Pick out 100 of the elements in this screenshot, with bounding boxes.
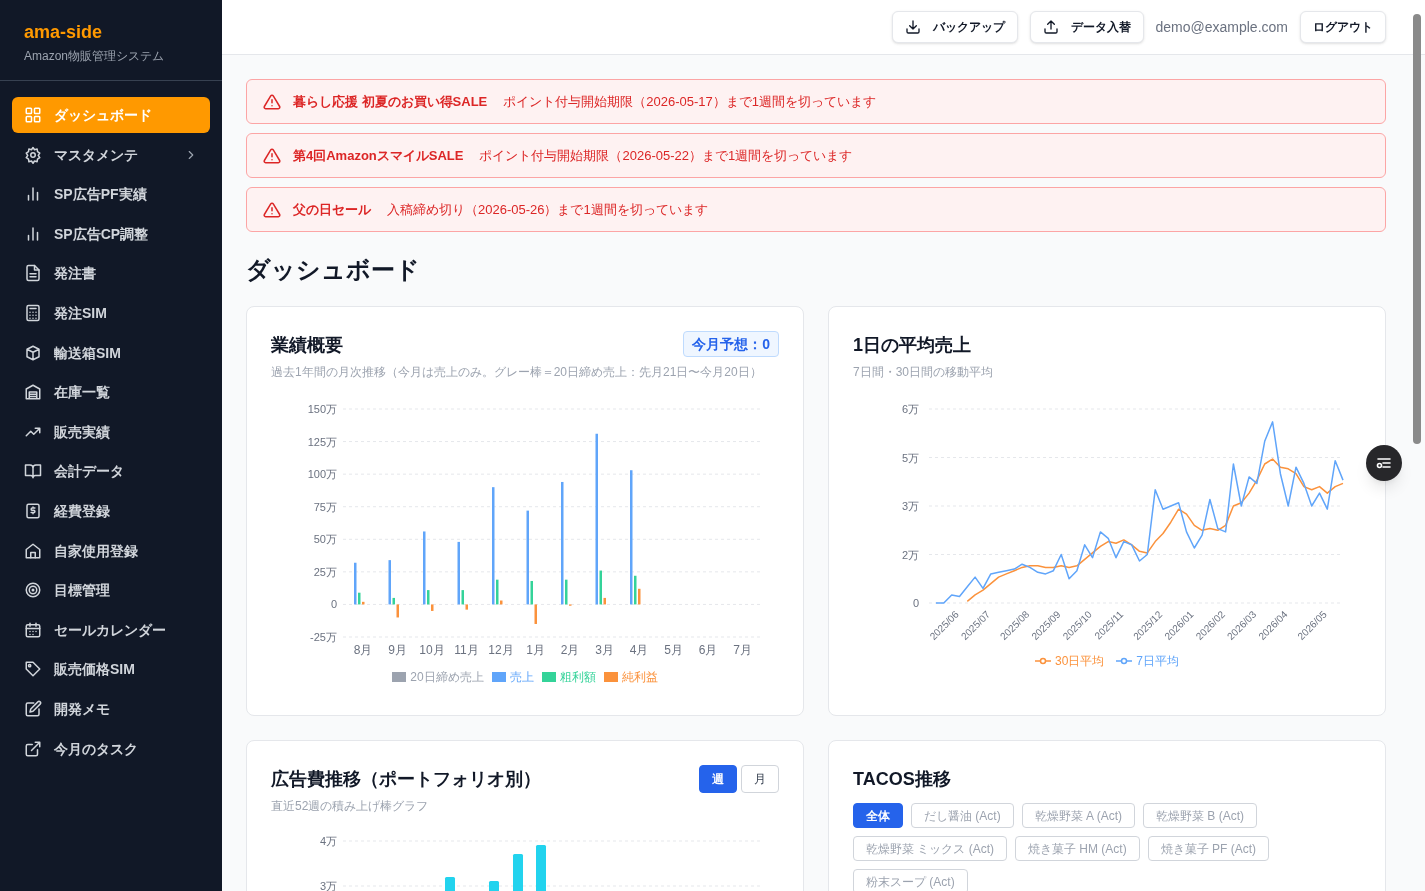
- axis-label: 10月: [419, 643, 445, 657]
- sidebar-item[interactable]: 今月のタスク: [12, 730, 210, 767]
- filter-button[interactable]: [1366, 445, 1402, 481]
- legend-label: 7日平均: [1136, 653, 1179, 669]
- legend-marker: [1034, 657, 1051, 665]
- axis-label: -25万: [310, 631, 337, 643]
- axis-label: 5万: [901, 451, 919, 464]
- axis-label: 4万: [319, 835, 337, 847]
- axis-label: 6月: [698, 643, 718, 657]
- download-icon: [904, 19, 921, 35]
- forecast-badge: 今月予想：0: [683, 331, 779, 357]
- legend-label: 30日平均: [1054, 653, 1105, 669]
- alert-title: 暮らし応援 初夏のお買い得SALE: [293, 92, 488, 111]
- alert-message: ポイント付与開始期限（2026-05-17）まで1週間を切っています: [503, 92, 877, 111]
- period-toggle[interactable]: 月: [741, 765, 779, 793]
- backup-button[interactable]: バックアップ: [891, 11, 1018, 43]
- axis-label: 9月: [388, 643, 407, 657]
- sidebar-item[interactable]: 発注SIM: [12, 294, 210, 331]
- legend-label: 20日締め売上: [410, 669, 484, 685]
- warning-icon: [263, 146, 281, 165]
- app-logo: ama-side: [24, 21, 103, 44]
- upload-icon: [1042, 19, 1059, 35]
- gear-icon: [24, 145, 42, 164]
- axis-label: 50万: [313, 533, 337, 546]
- axis-label: 0: [912, 597, 919, 609]
- period-toggle[interactable]: 週: [699, 765, 737, 793]
- house-icon: [24, 541, 42, 560]
- box-icon: [24, 343, 42, 362]
- logout-button[interactable]: ログアウト: [1300, 11, 1386, 43]
- card-title: TACOS推移: [853, 768, 951, 791]
- axis-label: 3万: [319, 880, 337, 891]
- legend-swatch: [541, 672, 556, 682]
- sidebar-item[interactable]: 開発メモ: [12, 690, 210, 727]
- sidebar-item[interactable]: マスタメンテ: [12, 136, 210, 173]
- legend-swatch: [491, 672, 506, 682]
- filter-chip[interactable]: 全体: [853, 803, 903, 828]
- sidebar-item[interactable]: 会計データ: [12, 453, 210, 490]
- sidebar-item[interactable]: 目標管理: [12, 572, 210, 609]
- axis-label: 12月: [488, 643, 514, 657]
- axis-label: 2万: [901, 548, 919, 561]
- alert-message: ポイント付与開始期限（2026-05-22）まで1週間を切っています: [479, 146, 853, 165]
- upload-button[interactable]: データ入替: [1029, 11, 1144, 43]
- target-icon: [24, 581, 42, 600]
- axis-label: 3月: [595, 643, 614, 657]
- axis-label: 100万: [307, 468, 337, 481]
- sidebar-item[interactable]: 経費登録: [12, 492, 210, 529]
- warning-icon: [263, 92, 281, 111]
- external-link-icon: [24, 739, 42, 758]
- card-subtitle: 直近52週の積み上げ棒グラフ: [271, 798, 429, 814]
- sidebar-item[interactable]: 自家使用登録: [12, 532, 210, 569]
- legend-swatch: [603, 672, 618, 682]
- card-title: 広告費推移（ポートフォリオ別）: [271, 768, 541, 791]
- legend-marker: [1116, 657, 1133, 665]
- sidebar-item[interactable]: セールカレンダー: [12, 611, 210, 648]
- axis-label: 25万: [313, 565, 337, 578]
- alert-title: 第4回AmazonスマイルSALE: [293, 146, 464, 165]
- user-email: demo@example.com: [1155, 18, 1288, 37]
- sidebar-item[interactable]: 輸送箱SIM: [12, 334, 210, 371]
- axis-label: 75万: [313, 500, 337, 513]
- legend-label: 純利益: [621, 669, 658, 685]
- legend-label: 売上: [509, 669, 534, 685]
- sidebar-item[interactable]: 販売価格SIM: [12, 651, 210, 688]
- axis-label: 6万: [901, 403, 919, 415]
- sidebar-item[interactable]: SP広告CP調整: [12, 215, 210, 252]
- page-title: ダッシュボード: [246, 255, 420, 285]
- alert-message: 入稿締め切り（2026-05-26）まで1週間を切っています: [387, 200, 708, 219]
- receipt-icon: [24, 501, 42, 520]
- axis-label: 11月: [454, 643, 479, 657]
- calendar-icon: [24, 620, 42, 639]
- axis-label: 4月: [629, 643, 649, 657]
- tag-icon: [24, 660, 42, 679]
- scrollbar-thumb[interactable]: [1413, 14, 1421, 444]
- sidebar-item[interactable]: 在庫一覧: [12, 374, 210, 411]
- alert-title: 父の日セール: [293, 200, 371, 219]
- app-subtitle: Amazon物販管理システム: [24, 48, 165, 64]
- axis-label: 8月: [353, 643, 373, 657]
- calculator-icon: [24, 303, 42, 322]
- axis-label: 7月: [733, 643, 752, 657]
- warning-icon: [263, 200, 281, 219]
- legend-swatch: [392, 672, 407, 682]
- card-subtitle: 過去1年間の月次推移（今月は売上のみ。グレー棒＝20日締め売上：先月21日〜今月20日）: [271, 364, 762, 380]
- axis-label: 5月: [664, 643, 683, 657]
- book-icon: [24, 462, 42, 481]
- card-title: 1日の平均売上: [853, 334, 971, 357]
- document-icon: [24, 264, 42, 283]
- axis-label: 150万: [307, 403, 337, 415]
- edit-icon: [24, 699, 42, 718]
- sidebar-item[interactable]: 発注書: [12, 255, 210, 292]
- legend-label: 粗利額: [559, 669, 596, 685]
- axis-label: 0: [330, 598, 337, 611]
- axis-label: 2月: [560, 643, 580, 657]
- axis-label: 3万: [901, 500, 919, 512]
- grid-icon: [24, 106, 42, 124]
- warehouse-icon: [24, 383, 42, 402]
- axis-label: 125万: [307, 435, 337, 448]
- card-title: 業績概要: [271, 334, 343, 357]
- sidebar-item[interactable]: 販売実績: [12, 413, 210, 450]
- sidebar-item[interactable]: SP広告PF実績: [12, 176, 210, 213]
- card-subtitle: 7日間・30日間の移動平均: [853, 364, 994, 380]
- axis-label: 1月: [526, 643, 545, 657]
